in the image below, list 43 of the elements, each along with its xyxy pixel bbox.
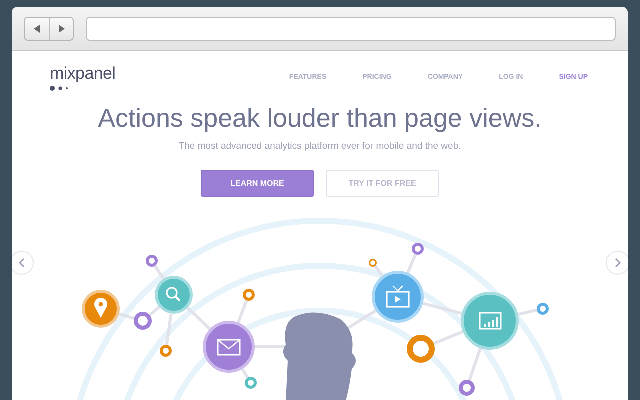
address-bar[interactable] xyxy=(86,16,616,40)
next-slide-button[interactable] xyxy=(606,251,628,276)
connector-line xyxy=(433,330,464,346)
back-arrow-icon xyxy=(34,24,40,32)
connector-line xyxy=(118,313,135,320)
ring-marker xyxy=(369,259,377,268)
ring-marker xyxy=(459,380,475,396)
bar-chart-icon xyxy=(479,312,502,330)
ring-marker xyxy=(407,335,435,364)
ring-marker xyxy=(243,289,255,302)
connector-line xyxy=(165,314,173,346)
chevron-left-icon xyxy=(19,258,25,268)
logo-wordmark[interactable]: mixpanel xyxy=(50,65,116,82)
connector-line xyxy=(236,300,248,324)
ring-marker xyxy=(412,243,424,256)
node-circle xyxy=(203,321,255,374)
previous-slide-button[interactable] xyxy=(12,251,34,276)
search-icon xyxy=(166,288,181,302)
connector-line xyxy=(406,254,418,274)
ring-marker xyxy=(537,303,549,316)
connector-line xyxy=(518,309,538,316)
node-circle xyxy=(372,271,424,324)
forward-arrow-icon xyxy=(58,24,64,32)
headline: Actions speak louder than page views. xyxy=(97,103,543,134)
connector-line xyxy=(422,302,462,316)
ring-marker xyxy=(160,345,172,358)
ring-marker xyxy=(134,312,152,330)
connector-line xyxy=(374,266,384,278)
connector-line xyxy=(148,306,160,317)
envelope-icon xyxy=(217,340,241,356)
subtitle: The most advanced analytics platform ever for mobile and the web. xyxy=(178,140,462,154)
ring-marker xyxy=(146,255,158,268)
connector-line xyxy=(186,307,212,331)
connector-line xyxy=(468,348,482,382)
chevron-right-icon xyxy=(615,258,621,268)
free-trial-button[interactable]: TRY IT FOR FREE xyxy=(326,170,439,198)
connector-line xyxy=(154,266,165,280)
connector-line xyxy=(241,368,250,380)
location-pin-icon xyxy=(94,298,108,318)
learn-more-button[interactable]: LEARN MORE xyxy=(201,170,314,198)
ring-marker xyxy=(245,377,257,390)
television-icon xyxy=(386,286,410,308)
node-circle xyxy=(461,292,519,350)
